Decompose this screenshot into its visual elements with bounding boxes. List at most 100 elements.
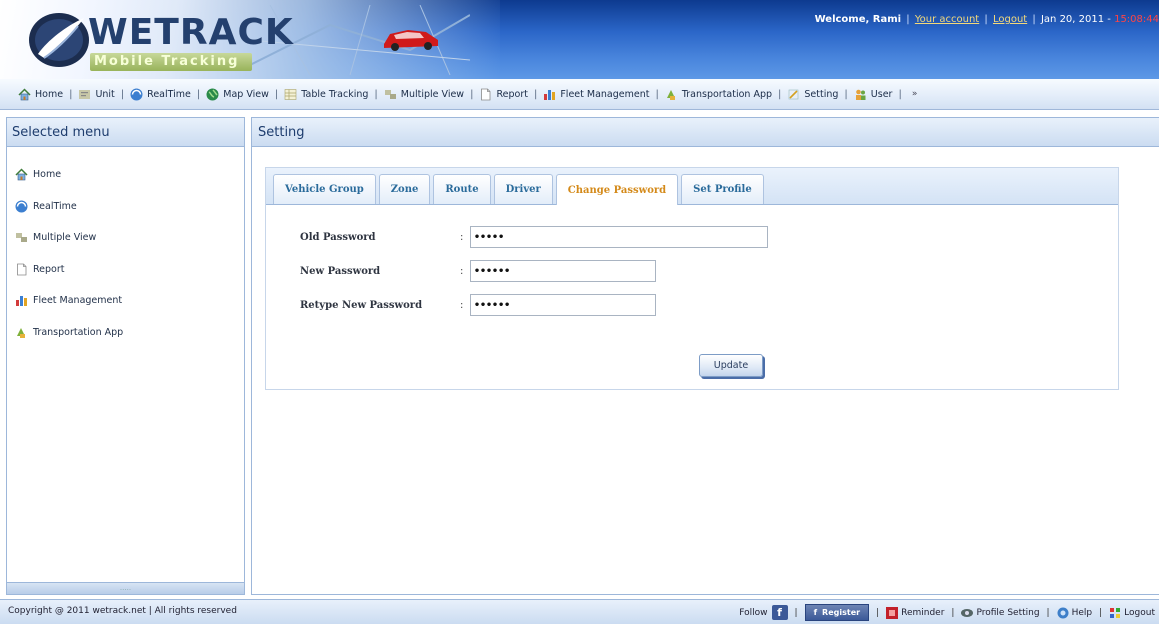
house-icon: [18, 87, 31, 101]
logo-text: WETRACK: [88, 12, 294, 53]
nav-item-unit[interactable]: Unit: [78, 88, 115, 101]
colon: :: [460, 265, 464, 277]
separator: |: [951, 607, 955, 618]
reminder-label: Reminder: [901, 607, 945, 618]
chart-icon: [15, 294, 28, 307]
sidebar-item-label: RealTime: [33, 200, 77, 212]
nav-item-map-view[interactable]: Map View: [206, 88, 269, 101]
old-password-field[interactable]: [470, 226, 768, 248]
nav-item-report[interactable]: Report: [479, 88, 528, 101]
nav-item-label: Map View: [223, 88, 269, 100]
header: WETRACK Mobile Tracking Welcome, Rami | …: [0, 0, 1159, 79]
welcome-bar: Welcome, Rami | Your account | Logout | …: [815, 14, 1159, 28]
separator: |: [1046, 607, 1050, 618]
sidebar-item-label: Transportation App: [33, 326, 124, 338]
nav-item-label: User: [870, 88, 893, 100]
tab-set-profile[interactable]: Set Profile: [681, 174, 764, 204]
logout-icon: [1110, 607, 1121, 618]
nav-item-setting[interactable]: Setting: [787, 88, 838, 101]
nav-item-fleet-management[interactable]: Fleet Management: [543, 88, 649, 101]
footer-logout-link[interactable]: Logout: [1109, 607, 1155, 619]
multiple-icon: [15, 231, 28, 244]
logout-link[interactable]: Logout: [993, 14, 1027, 25]
nav-separator: |: [778, 88, 782, 100]
sidebar-menu: Home RealTime Multiple View Report Fleet Man…: [7, 147, 244, 348]
nav-separator: |: [120, 88, 125, 100]
sidebar-item-label: Report: [33, 263, 65, 275]
nav-separator: |: [898, 88, 902, 100]
separator: |: [906, 14, 910, 25]
house-icon: [15, 168, 28, 181]
nav-item-transportation-app[interactable]: Transportation App: [665, 88, 772, 101]
tab-route[interactable]: Route: [433, 174, 491, 204]
sidebar-splitter[interactable]: .....: [7, 582, 244, 594]
update-button[interactable]: Update: [699, 354, 763, 377]
sidebar-item-transportation-app[interactable]: Transportation App: [7, 317, 244, 349]
tab-strip: Vehicle Group Zone Route Driver Change Passw…: [266, 168, 1118, 205]
new-password-row: New Password :: [300, 260, 656, 282]
sidebar-item-realtime[interactable]: RealTime: [7, 191, 244, 223]
reminder-link[interactable]: Reminder: [886, 606, 945, 619]
nav-overflow-chevron-icon[interactable]: »: [912, 89, 918, 99]
wetrack-logo-icon: [29, 13, 89, 67]
tab-vehicle-group[interactable]: Vehicle Group: [273, 174, 376, 204]
sidebar-item-label: Multiple View: [33, 232, 97, 244]
retype-password-field[interactable]: [470, 294, 656, 316]
tab-driver[interactable]: Driver: [493, 174, 553, 204]
sidebar-item-report[interactable]: Report: [7, 254, 244, 286]
facebook-icon[interactable]: f: [771, 605, 788, 620]
nav-item-user[interactable]: User: [854, 88, 893, 101]
user-icon: [854, 88, 867, 101]
old-password-label: Old Password: [300, 231, 376, 243]
new-password-field[interactable]: [470, 260, 656, 282]
sidebar: Selected menu Home RealTime Multiple View R…: [6, 117, 245, 595]
main-panel: Setting Vehicle Group Zone Route Driver Chan…: [251, 117, 1159, 595]
logout-label: Logout: [1124, 607, 1155, 618]
tab-change-password[interactable]: Change Password: [555, 174, 679, 205]
nav-item-home[interactable]: Home: [18, 87, 64, 101]
help-link[interactable]: Help: [1057, 607, 1093, 619]
sidebar-item-multiple-view[interactable]: Multiple View: [7, 222, 244, 254]
red-car-icon: [384, 30, 438, 51]
nav-item-label: Unit: [95, 88, 115, 100]
nav-item-table-tracking[interactable]: Table Tracking: [284, 88, 368, 101]
new-password-label: New Password: [300, 265, 381, 277]
nav-item-label: Report: [496, 88, 528, 100]
tab-zone[interactable]: Zone: [378, 174, 431, 204]
nav-item-label: Home: [35, 88, 64, 100]
nav-separator: |: [196, 88, 201, 100]
sidebar-item-home[interactable]: Home: [7, 159, 244, 191]
globe-icon: [206, 88, 219, 101]
current-date: Jan 20, 2011 -: [1040, 14, 1111, 25]
sidebar-item-fleet-management[interactable]: Fleet Management: [7, 285, 244, 317]
nav-separator: |: [655, 88, 659, 100]
help-icon: [1057, 607, 1069, 618]
nav-item-label: Fleet Management: [560, 88, 650, 100]
follow-text: Follow: [739, 607, 768, 618]
copyright-text: Copyright @ 2011 wetrack.net | All right…: [8, 606, 237, 616]
facebook-register-button[interactable]: f Register: [804, 604, 870, 621]
chart-icon: [543, 88, 556, 101]
help-label: Help: [1071, 607, 1093, 618]
nav-separator: |: [274, 88, 279, 100]
nav-item-label: Table Tracking: [301, 88, 369, 100]
nav-item-label: Multiple View: [400, 88, 465, 100]
profile-setting-link[interactable]: Profile Setting: [961, 607, 1040, 619]
document-icon: [15, 263, 28, 276]
separator: |: [1099, 607, 1103, 618]
table-icon: [284, 88, 297, 101]
separator: |: [794, 607, 798, 618]
transport-icon: [665, 88, 678, 101]
page-title: Setting: [252, 118, 1159, 147]
nav-separator: |: [844, 88, 848, 100]
old-password-row: Old Password :: [300, 226, 768, 248]
nav-separator: |: [69, 88, 73, 100]
your-account-link[interactable]: Your account: [915, 14, 979, 25]
nav-item-multiple-view[interactable]: Multiple View: [384, 88, 464, 101]
nav-item-realtime[interactable]: RealTime: [130, 88, 191, 101]
nav-item-label: Setting: [804, 88, 839, 100]
footer-links: Follow f | f Register | Reminder | Profi…: [739, 604, 1155, 621]
reminder-icon: [886, 606, 899, 619]
colon: :: [460, 299, 464, 311]
logo-subtitle: Mobile Tracking: [90, 53, 252, 71]
